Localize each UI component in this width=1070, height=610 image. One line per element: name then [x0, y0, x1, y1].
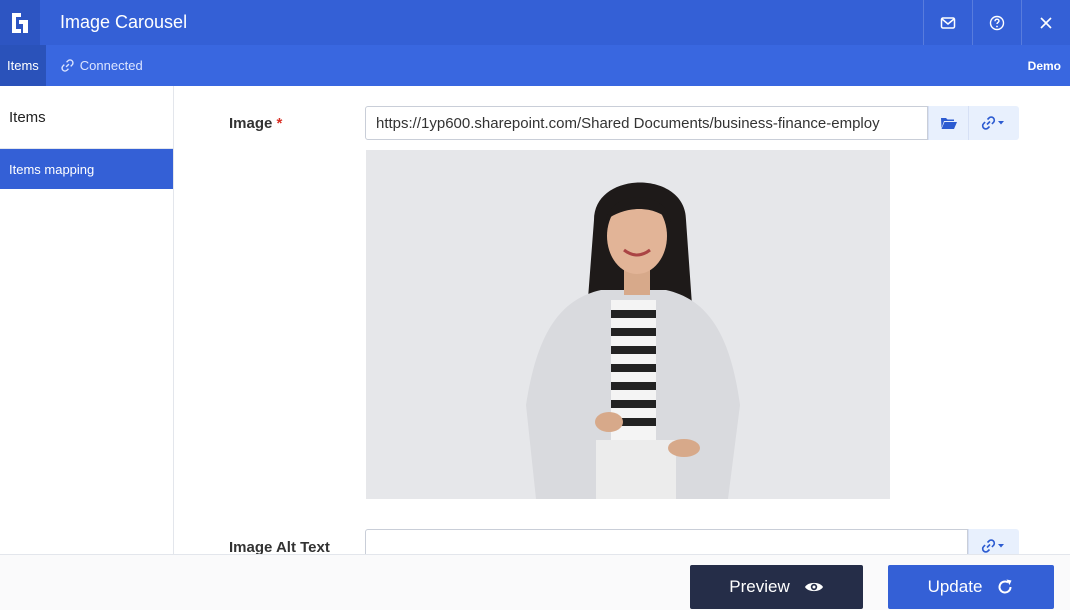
alt-text-group — [365, 529, 1019, 554]
image-label-text: Image — [229, 115, 273, 132]
update-button-label: Update — [927, 577, 983, 596]
required-marker: * — [276, 115, 283, 132]
close-button[interactable] — [1021, 0, 1070, 45]
environment-label: Demo — [1027, 58, 1061, 73]
preview-button[interactable]: Preview — [690, 565, 863, 609]
main-content: Image * https://1yp600.sharepoint.com/Sh… — [175, 86, 1070, 554]
alt-text-input[interactable] — [365, 529, 968, 554]
sidebar-item-label: Items mapping — [9, 161, 95, 177]
connection-status: Connected — [60, 58, 143, 73]
link-dropdown-icon — [981, 539, 1004, 553]
close-icon — [1040, 16, 1052, 29]
update-button[interactable]: Update — [888, 565, 1054, 609]
image-url-input[interactable]: https://1yp600.sharepoint.com/Shared Doc… — [365, 106, 928, 140]
sidebar-item-items-mapping[interactable]: Items mapping — [0, 149, 173, 189]
title-bar: Image Carousel — [0, 0, 1070, 45]
app-title: Image Carousel — [60, 12, 188, 32]
image-field-label: Image * — [229, 115, 282, 132]
link-dropdown-icon — [981, 116, 1004, 130]
image-url-group: https://1yp600.sharepoint.com/Shared Doc… — [365, 106, 1019, 140]
mail-button[interactable] — [923, 0, 972, 45]
refresh-icon — [998, 579, 1012, 594]
connection-status-label: Connected — [79, 58, 143, 73]
portrait-photo — [366, 150, 890, 499]
help-icon — [989, 15, 1005, 30]
preview-button-label: Preview — [729, 577, 790, 596]
app-logo-icon — [0, 0, 40, 45]
browse-button[interactable] — [928, 106, 968, 140]
nav-bar: Items Connected Demo — [0, 45, 1070, 86]
mail-icon — [940, 16, 956, 29]
alt-text-link-dropdown[interactable] — [968, 529, 1019, 554]
folder-open-icon — [940, 118, 957, 129]
sidebar-heading: Items — [0, 86, 173, 149]
image-preview — [366, 150, 890, 499]
eye-icon — [804, 582, 823, 592]
tab-items[interactable]: Items — [0, 45, 46, 86]
help-button[interactable] — [972, 0, 1021, 45]
footer: Preview Update — [0, 554, 1070, 610]
image-link-dropdown[interactable] — [968, 106, 1019, 140]
link-icon — [61, 59, 74, 72]
sidebar: Items Items mapping — [0, 86, 174, 554]
alt-text-field-label: Image Alt Text — [229, 539, 330, 554]
